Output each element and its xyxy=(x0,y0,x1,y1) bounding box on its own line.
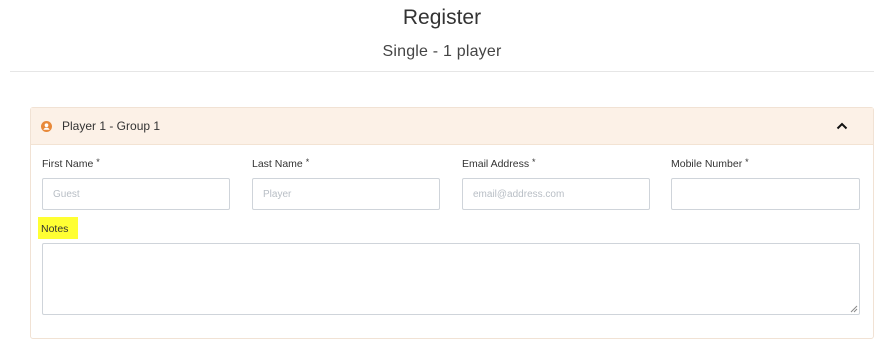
last-name-label: Last Name * xyxy=(252,157,310,170)
required-marker: * xyxy=(305,157,310,167)
mobile-field[interactable] xyxy=(671,178,860,210)
player-panel-header[interactable]: Player 1 - Group 1 xyxy=(31,108,873,145)
player-panel-title: Player 1 - Group 1 xyxy=(62,119,161,133)
user-circle-icon xyxy=(41,121,52,132)
required-marker: * xyxy=(532,157,536,167)
chevron-up-icon[interactable] xyxy=(836,121,848,130)
mobile-label: Mobile Number * xyxy=(671,157,749,170)
first-name-label: First Name * xyxy=(42,157,100,170)
required-marker: * xyxy=(96,157,100,167)
last-name-field[interactable] xyxy=(252,178,440,210)
email-label: Email Address * xyxy=(462,157,536,170)
resize-grip-icon[interactable] xyxy=(850,305,858,313)
notes-label: Notes xyxy=(38,217,78,239)
page-title: Register xyxy=(402,6,482,29)
notes-textarea[interactable] xyxy=(42,243,860,315)
page-subtitle: Single - 1 player xyxy=(382,43,502,60)
first-name-field[interactable] xyxy=(42,178,230,210)
email-field[interactable] xyxy=(462,178,650,210)
required-marker: * xyxy=(745,157,749,167)
header-divider xyxy=(10,71,874,72)
